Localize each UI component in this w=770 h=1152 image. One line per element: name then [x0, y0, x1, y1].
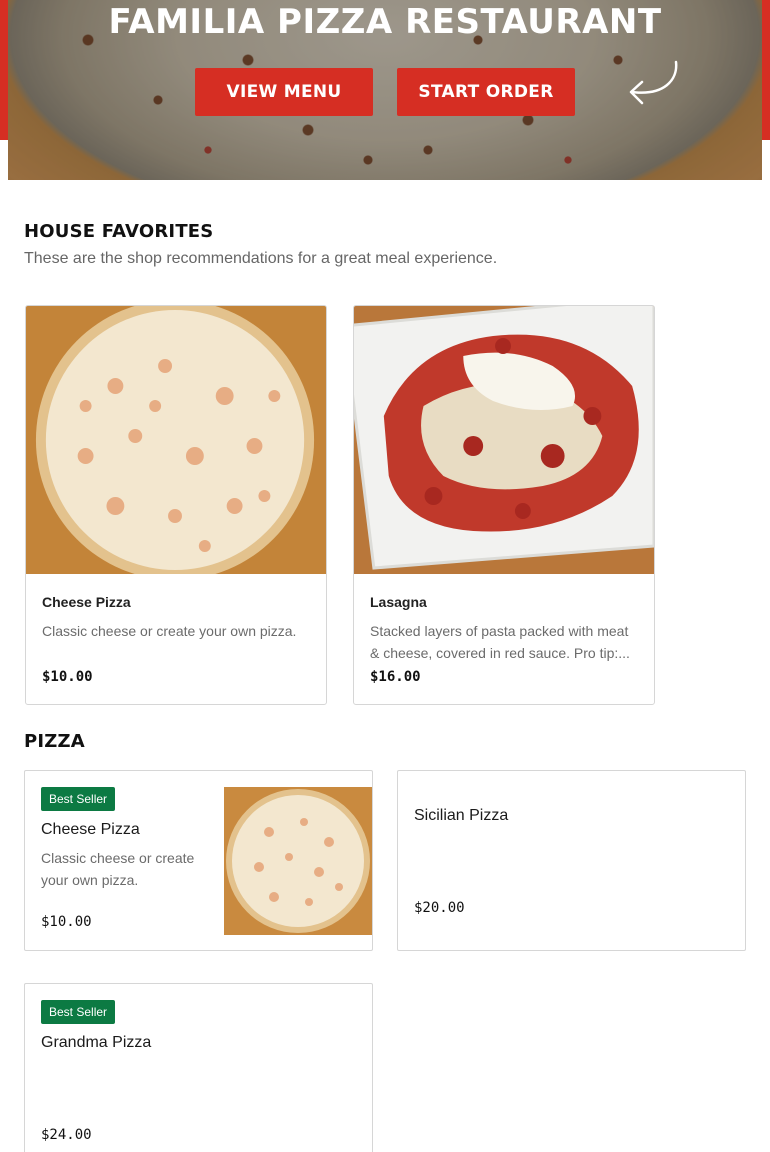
menu-item-sicilian-pizza[interactable]: Sicilian Pizza $20.00: [397, 770, 746, 951]
menu-item-name: Grandma Pizza: [41, 1034, 152, 1051]
house-favorites-subtitle: These are the shop recommendations for a…: [24, 250, 498, 267]
menu-item-price: $20.00: [414, 900, 465, 916]
favorite-item-description: Stacked layers of pasta packed with meat…: [370, 623, 630, 661]
start-order-button[interactable]: START ORDER: [397, 68, 575, 116]
menu-item-price: $24.00: [41, 1127, 92, 1143]
cheese-pizza-image: [26, 306, 326, 574]
menu-item-grandma-pizza[interactable]: Best Seller Grandma Pizza $24.00: [24, 983, 373, 1152]
best-seller-badge: Best Seller: [41, 787, 116, 811]
favorite-card-lasagna[interactable]: Lasagna Stacked layers of pasta packed w…: [353, 305, 655, 705]
lasagna-image: [354, 306, 654, 574]
cheese-pizza-thumbnail: [224, 787, 372, 935]
favorite-item-price: $16.00: [370, 669, 421, 685]
menu-item-name: Cheese Pizza: [41, 821, 140, 838]
menu-item-description: Classic cheese or create your own pizza.: [41, 850, 195, 888]
favorite-item-name: Cheese Pizza: [42, 594, 131, 610]
menu-item-name: Sicilian Pizza: [414, 807, 509, 824]
menu-item-cheese-pizza[interactable]: Best Seller Cheese Pizza Classic cheese …: [24, 770, 373, 951]
hero-accent-right: [762, 0, 770, 140]
favorite-item-name: Lasagna: [370, 594, 427, 610]
favorite-item-price: $10.00: [42, 669, 93, 685]
house-favorites-heading: HOUSE FAVORITES: [24, 221, 214, 242]
hero-banner: FAMILIA PIZZA RESTAURANT VIEW MENU START…: [8, 0, 762, 180]
favorite-item-description: Classic cheese or create your own pizza.: [42, 623, 297, 639]
pizza-section-heading: PIZZA: [24, 731, 85, 752]
curved-arrow-icon: [629, 60, 678, 105]
hero-accent-left: [0, 0, 8, 140]
favorite-card-cheese-pizza[interactable]: Cheese Pizza Classic cheese or create yo…: [25, 305, 327, 705]
menu-item-price: $10.00: [41, 914, 92, 930]
view-menu-button[interactable]: VIEW MENU: [195, 68, 373, 116]
best-seller-badge: Best Seller: [41, 1000, 116, 1024]
restaurant-title: FAMILIA PIZZA RESTAURANT: [108, 2, 662, 42]
